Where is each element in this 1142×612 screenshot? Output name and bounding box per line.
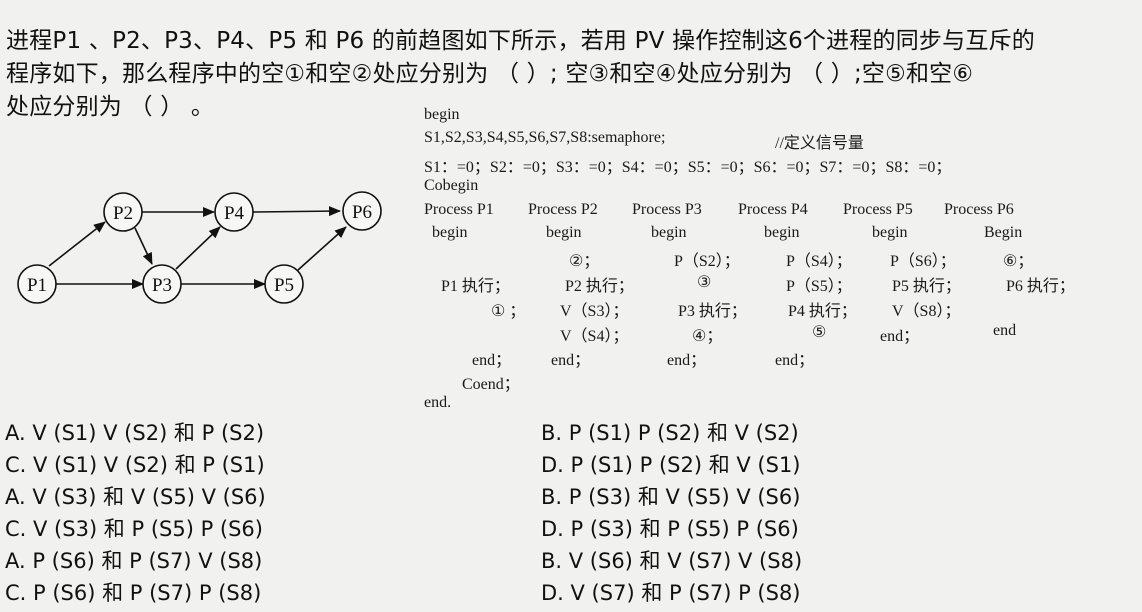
code-cobegin: Cobegin [424, 177, 479, 194]
code-end-p6: end [993, 322, 1017, 339]
code-end: end. [424, 394, 452, 411]
question-line-2: 程序如下，那么程序中的空①和空②处应分别为 （ ）; 空③和空④处应分别为 （ … [6, 61, 974, 87]
code-process-p1: Process P1 [424, 201, 494, 218]
code-process-p4: Process P4 [738, 201, 808, 218]
edge-p4-p6 [252, 206, 341, 217]
code-begin-p4: begin [764, 224, 800, 241]
option-1c: C. V (S1) V (S2) 和 P (S1) [5, 453, 265, 477]
code-v-s4: V（S4）； [560, 328, 629, 345]
code-end-p4: end； [775, 352, 815, 369]
code-comment: //定义信号量 [775, 135, 864, 152]
option-1a: A. V (S1) V (S2) 和 P (S2) [5, 421, 265, 445]
option-2c: C. V (S3) 和 P (S5) P (S6) [5, 517, 263, 541]
edge-p1-p2 [48, 221, 106, 267]
blank-3: ③ [697, 274, 712, 291]
code-begin-p3: begin [651, 224, 687, 241]
code-process-p6: Process P6 [944, 201, 1014, 218]
node-label-p5: P5 [274, 275, 294, 296]
option-3d: D. V (S7) 和 P (S7) P (S8) [541, 581, 801, 605]
node-label-p1: P1 [27, 275, 47, 296]
code-p2-line: P（S2）； [674, 253, 740, 270]
code-v-s8: V（S8）； [892, 303, 961, 320]
code-p6-exec: P6 执行； [1006, 278, 1075, 295]
node-label-p2: P2 [113, 203, 133, 224]
edge-p2-p3 [134, 227, 153, 265]
code-end-p2: end； [551, 352, 591, 369]
option-1d: D. P (S1) P (S2) 和 V (S1) [541, 453, 801, 477]
blank-4: ④； [692, 328, 723, 345]
precedence-graph: P1 P2 P3 P4 P5 P6 [17, 191, 382, 304]
option-3a: A. P (S6) 和 P (S7) V (S8) [5, 549, 263, 573]
option-2a: A. V (S3) 和 V (S5) V (S6) [5, 485, 266, 509]
code-process-p2: Process P2 [528, 201, 598, 218]
blank-2: ②； [569, 253, 600, 270]
code-begin-p2: begin [546, 224, 582, 241]
node-label-p3: P3 [152, 275, 172, 296]
code-p3-exec: P3 执行； [678, 303, 747, 320]
blank-6: ⑥； [1003, 253, 1034, 270]
code-p5-exec: P5 执行； [892, 278, 961, 295]
option-3b: B. V (S6) 和 V (S7) V (S8) [541, 549, 803, 573]
blank-1: ① ； [491, 303, 526, 320]
code-p4-exec: P4 执行； [788, 303, 857, 320]
code-end-p3: end； [667, 352, 707, 369]
code-init: S1：=0；S2：=0；S3：=0；S4：=0；S5：=0；S6：=0；S7：=… [424, 159, 952, 176]
question-line-1: 进程P1 、P2、P3、P4、P5 和 P6 的前趋图如下所示，若用 PV 操作… [6, 28, 1035, 54]
code-begin-p1: begin [432, 224, 468, 241]
option-2d: D. P (S3) 和 P (S5) P (S6) [541, 517, 799, 541]
question-line-3: 处应分别为 （ ） 。 [6, 94, 215, 120]
code-declaration: S1,S2,S3,S4,S5,S6,S7,S8:semaphore; [424, 129, 666, 146]
code-begin-p5: begin [872, 224, 908, 241]
code-v-s3: V（S3）； [560, 303, 629, 320]
code-p4-line: P（S4）； [786, 253, 852, 270]
option-1b: B. P (S1) P (S2) 和 V (S2) [541, 421, 799, 445]
code-p5-line: P（S5）； [786, 278, 852, 295]
node-label-p6: P6 [352, 202, 372, 223]
code-process-p5: Process P5 [843, 201, 913, 218]
code-process-p3: Process P3 [632, 201, 702, 218]
code-p2-exec: P2 执行； [565, 278, 634, 295]
code-p1-exec: P1 执行； [441, 278, 510, 295]
code-coend: Coend； [462, 376, 520, 393]
node-label-p4: P4 [224, 203, 245, 224]
option-2b: B. P (S3) 和 V (S5) V (S6) [541, 485, 801, 509]
code-begin: begin [424, 106, 460, 123]
code-begin-p6: Begin [984, 224, 1023, 241]
blank-5: ⑤ [812, 324, 827, 341]
option-3c: C. P (S6) 和 P (S7) P (S8) [5, 581, 262, 605]
edge-p3-p4 [175, 226, 221, 270]
code-end-p1: end； [472, 352, 512, 369]
edge-p5-p6 [297, 226, 347, 271]
code-end-p5: end； [880, 328, 920, 345]
code-p6-line: P（S6）； [890, 253, 956, 270]
